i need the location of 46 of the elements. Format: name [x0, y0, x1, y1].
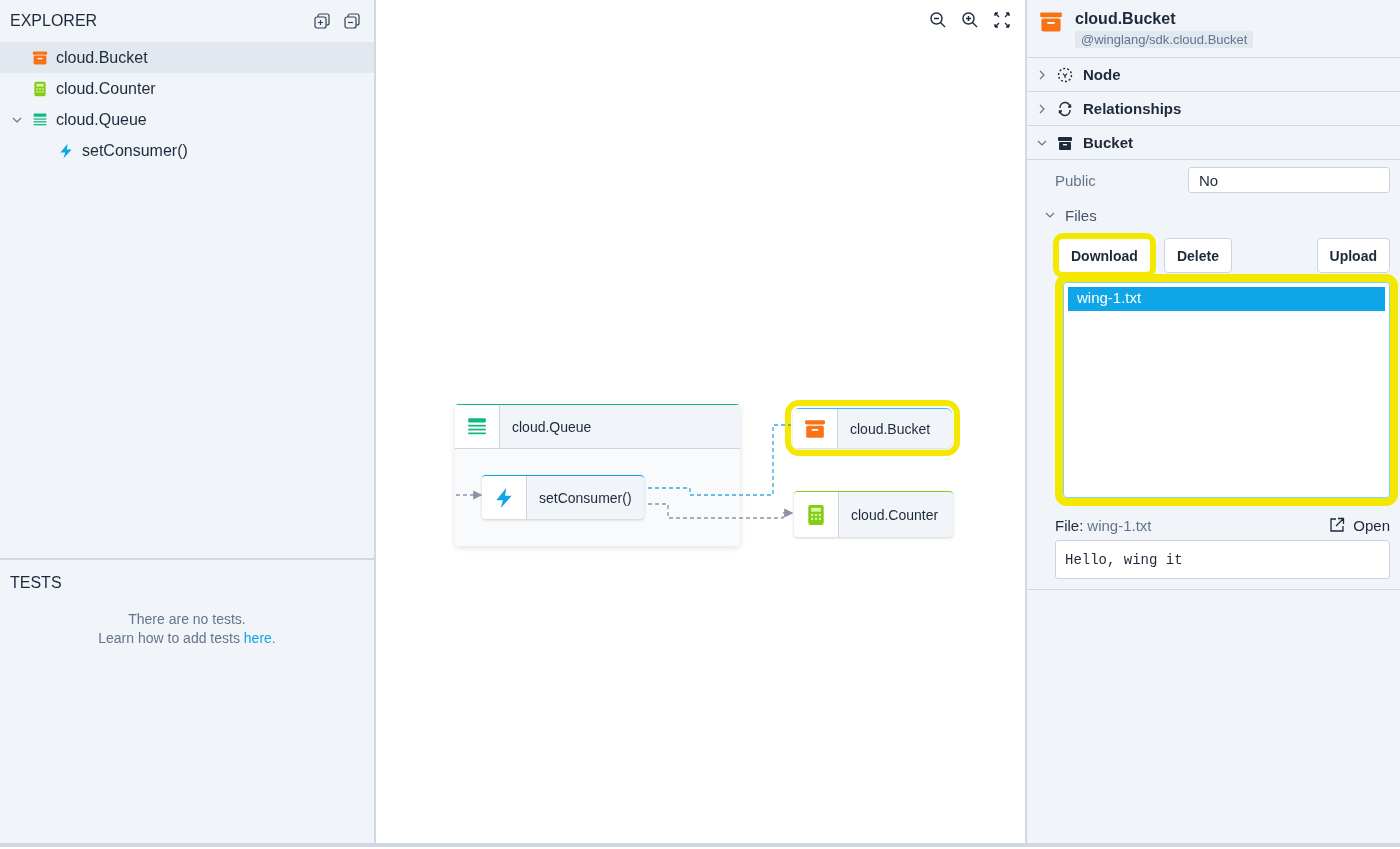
- tree-item[interactable]: cloud.Counter: [0, 73, 374, 104]
- connector-line: [455, 490, 483, 500]
- chevron-icon[interactable]: [1037, 69, 1047, 80]
- zoom-in-icon[interactable]: [961, 11, 979, 29]
- tree-item[interactable]: cloud.Bucket: [0, 42, 374, 73]
- node-icon: [1057, 66, 1073, 83]
- file-name: wing-1.txt: [1087, 516, 1153, 534]
- calculator-icon: [805, 503, 827, 526]
- resource-node[interactable]: cloud.Counter: [794, 491, 953, 537]
- section-header[interactable]: Node: [1027, 58, 1400, 92]
- type-tag: @winglang/sdk.cloud.Bucket: [1075, 31, 1254, 48]
- zoom-out-icon[interactable]: [929, 11, 947, 29]
- tree-item[interactable]: setConsumer(): [0, 135, 374, 166]
- section-header[interactable]: Bucket: [1027, 126, 1400, 160]
- collapse-all-icon[interactable]: [344, 13, 360, 29]
- chevron-icon[interactable]: [1045, 210, 1055, 220]
- bucket-icon: [804, 417, 826, 440]
- chevron-icon[interactable]: [1037, 103, 1047, 114]
- cycle-icon: [1057, 100, 1073, 117]
- file-content-field[interactable]: Hello, wing it: [1055, 540, 1390, 579]
- lightning-icon: [58, 142, 74, 159]
- group-node[interactable]: cloud.Queue setConsumer(): [455, 404, 740, 546]
- calculator-icon: [32, 80, 48, 97]
- expand-all-icon[interactable]: [314, 13, 330, 29]
- hint-text: Learn how to add tests: [98, 630, 240, 646]
- field-label: Public: [1055, 171, 1097, 189]
- section-header[interactable]: Relationships: [1027, 92, 1400, 126]
- tree-item[interactable]: cloud.Queue: [0, 104, 374, 135]
- resource-title: cloud.Bucket: [1075, 10, 1177, 28]
- panel-title: EXPLORER: [10, 12, 98, 30]
- empty-message: There are no tests.: [127, 610, 247, 629]
- bucket-icon: [1039, 10, 1063, 34]
- action-button[interactable]: Upload: [1316, 238, 1390, 273]
- fullscreen-icon[interactable]: [993, 11, 1011, 29]
- files-label: Files: [1065, 206, 1097, 224]
- preview-label: File:: [1055, 516, 1084, 534]
- open-link[interactable]: Open: [1329, 516, 1390, 534]
- queue-icon: [32, 111, 48, 128]
- resource-node[interactable]: setConsumer(): [482, 475, 644, 519]
- value-field: No: [1188, 167, 1390, 193]
- archive-icon: [1057, 134, 1073, 151]
- action-button[interactable]: Download: [1053, 233, 1156, 278]
- bucket-icon: [32, 49, 48, 66]
- action-button[interactable]: Delete: [1163, 238, 1232, 273]
- external-link-icon: [1329, 517, 1346, 533]
- panel-title: TESTS: [10, 574, 62, 592]
